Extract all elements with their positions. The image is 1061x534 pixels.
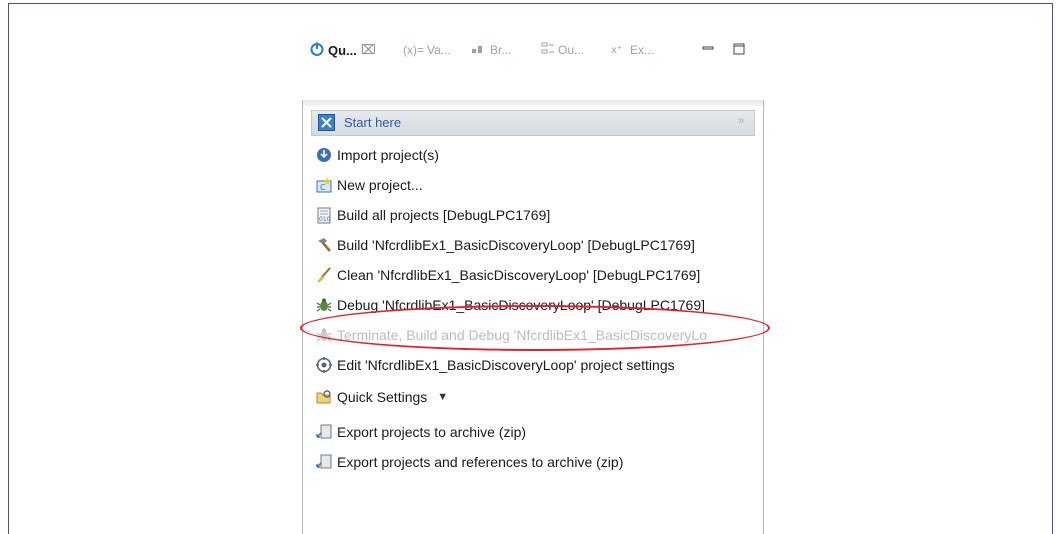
build-all-icon: 010 <box>315 206 333 224</box>
tab-quickstart-label: Qu... <box>328 42 357 58</box>
tab-outline-label: Ou... <box>558 43 585 57</box>
export-projects-references-label: Export projects and references to archiv… <box>337 454 624 470</box>
clean-project-label: Clean 'NfcrdlibEx1_BasicDiscoveryLoop' [… <box>337 267 701 283</box>
tab-variables-label: Va... <box>427 43 451 57</box>
expressions-icon: x⁺ <box>611 43 627 58</box>
edit-project-settings-action[interactable]: Edit 'NfcrdlibEx1_BasicDiscoveryLoop' pr… <box>315 354 675 376</box>
clean-project-action[interactable]: Clean 'NfcrdlibEx1_BasicDiscoveryLoop' [… <box>315 264 700 286</box>
chevron-down-icon[interactable]: ▼ <box>437 391 448 403</box>
outline-icon <box>541 42 555 59</box>
import-projects-action[interactable]: Import project(s) <box>315 144 439 166</box>
debug-highlight-oval <box>300 305 770 351</box>
import-projects-label: Import project(s) <box>337 147 439 163</box>
collapse-icon[interactable]: » <box>738 115 744 127</box>
build-project-label: Build 'NfcrdlibEx1_BasicDiscoveryLoop' [… <box>337 237 695 253</box>
tab-breakpoints[interactable]: Br... <box>471 40 511 60</box>
start-here-section-header[interactable]: Start here » <box>311 110 755 136</box>
maximize-icon[interactable] <box>733 42 745 55</box>
export-projects-references-action[interactable]: Export projects and references to archiv… <box>315 451 623 473</box>
tab-quickstart[interactable]: Qu... ⌧ <box>309 40 376 60</box>
quickstart-icon <box>309 41 325 60</box>
import-icon <box>315 146 333 164</box>
view-top-strip <box>303 100 763 106</box>
variables-icon: (x)= <box>403 43 424 57</box>
tab-breakpoints-label: Br... <box>490 43 512 57</box>
quick-settings-icon <box>315 388 333 406</box>
start-here-icon <box>318 114 335 131</box>
view-tab-bar: Qu... ⌧ (x)= Va... Br... Ou... x⁺ Ex... <box>295 30 770 70</box>
section-title: Start here <box>344 115 402 130</box>
tab-expressions-label: Ex... <box>630 43 655 57</box>
export-projects-action[interactable]: Export projects to archive (zip) <box>315 421 526 443</box>
tab-expressions[interactable]: x⁺ Ex... <box>611 40 654 60</box>
svg-text:x⁺: x⁺ <box>611 45 622 55</box>
edit-project-settings-label: Edit 'NfcrdlibEx1_BasicDiscoveryLoop' pr… <box>337 357 675 373</box>
bug-icon <box>315 296 333 314</box>
tab-outline[interactable]: Ou... <box>541 40 584 60</box>
close-icon[interactable]: ⌧ <box>361 42 376 58</box>
breakpoints-icon <box>471 43 487 58</box>
minimize-icon[interactable] <box>702 42 714 54</box>
new-project-action[interactable]: C New project... <box>315 174 423 196</box>
quick-settings-label: Quick Settings <box>337 389 428 405</box>
export-icon <box>315 423 333 441</box>
build-project-action[interactable]: Build 'NfcrdlibEx1_BasicDiscoveryLoop' [… <box>315 234 695 256</box>
hammer-icon <box>315 236 333 254</box>
settings-icon <box>315 356 333 374</box>
broom-icon <box>315 266 333 284</box>
quickstart-panel: Qu... ⌧ (x)= Va... Br... Ou... x⁺ Ex... <box>295 30 770 534</box>
quick-settings-action[interactable]: Quick Settings ▼ <box>315 386 448 408</box>
new-project-icon: C <box>315 176 333 194</box>
svg-text:010: 010 <box>319 216 331 223</box>
build-all-action[interactable]: 010 Build all projects [DebugLPC1769] <box>315 204 550 226</box>
tab-variables[interactable]: (x)= Va... <box>403 40 451 60</box>
export-projects-label: Export projects to archive (zip) <box>337 424 527 440</box>
build-all-label: Build all projects [DebugLPC1769] <box>337 207 551 223</box>
new-project-label: New project... <box>337 177 423 193</box>
export-icon <box>315 453 333 471</box>
